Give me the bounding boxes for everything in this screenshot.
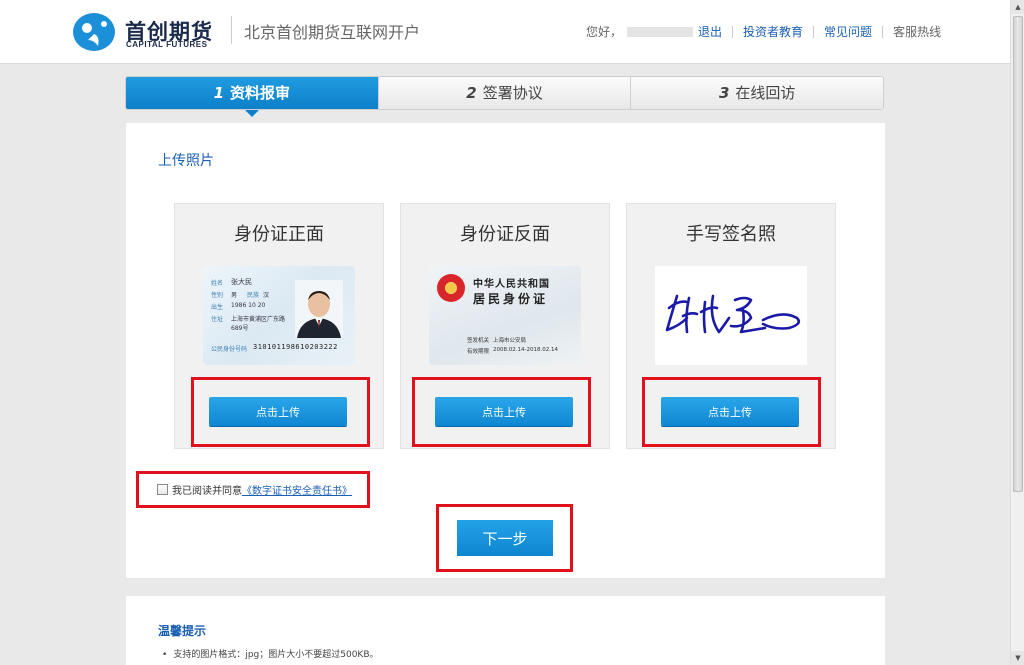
id-gender: 男	[231, 292, 238, 299]
tips-title: 温馨提示	[158, 624, 207, 638]
tips-panel: 温馨提示 支持的图片格式：jpg；图片大小不要超过500KB。	[126, 596, 885, 665]
section-title: 上传照片	[158, 153, 214, 169]
active-step-pointer-icon	[245, 110, 259, 117]
step-label: 签署协议	[482, 84, 543, 102]
faq-link[interactable]: 常见问题	[824, 23, 872, 40]
card-title: 身份证正面	[234, 224, 324, 245]
step-3-online-callback: 3 在线回访	[630, 77, 883, 109]
issuing-authority: 上海市公安局	[493, 338, 527, 344]
step-progress-bar: 1 资料报审 2 签署协议 3 在线回访	[125, 76, 884, 110]
handwritten-signature-image	[655, 266, 807, 365]
id-back-line1: 中华人民共和国	[473, 279, 550, 290]
id-name: 张大民	[231, 278, 252, 286]
capital-futures-logo[interactable]: 首创期货 CAPITAL FUTURES	[72, 12, 222, 52]
hotline-text: 客服热线	[893, 25, 942, 39]
national-emblem-icon	[437, 274, 465, 302]
tips-item: 支持的图片格式：jpg；图片大小不要超过500KB。	[162, 647, 378, 660]
logo-mark-icon	[73, 13, 115, 51]
card-title: 手写签名照	[686, 224, 776, 245]
highlight-box	[436, 504, 573, 572]
scrollbar-thumb[interactable]	[1013, 16, 1023, 492]
step-1-materials-review: 1 资料报审	[126, 77, 378, 109]
step-number: 2	[466, 84, 477, 102]
valid-period-label: 有效期限	[467, 349, 490, 355]
id-card-back-image: 中华人民共和国 居民身份证 签发机关 上海市公安局 有效期限 2008.02.1…	[429, 266, 581, 365]
nav-separator	[882, 25, 884, 38]
id-address-line1: 上海市黄浦区广东路	[231, 316, 286, 323]
id-number-label: 公民身份号码	[211, 346, 248, 353]
nav-separator	[813, 25, 815, 38]
logout-link[interactable]: 退出	[698, 23, 722, 40]
vertical-scrollbar[interactable]: ▲ ▼	[1010, 0, 1024, 665]
id-address-line2: 689号	[231, 325, 249, 332]
top-nav: 您好， 退出 投资者教育 常见问题 客服热线	[586, 23, 941, 40]
step-label: 在线回访	[735, 84, 796, 102]
step-number: 3	[718, 84, 730, 102]
scroll-up-arrow-icon[interactable]: ▲	[1011, 0, 1024, 14]
investor-education-link[interactable]: 投资者教育	[743, 23, 803, 40]
nav-separator	[732, 25, 734, 38]
card-title: 身份证反面	[460, 224, 550, 245]
scroll-down-arrow-icon[interactable]: ▼	[1011, 651, 1024, 665]
step-number: 1	[213, 84, 225, 102]
id-back-line2: 居民身份证	[473, 292, 549, 306]
highlight-box	[136, 471, 370, 508]
highlight-box	[191, 377, 370, 447]
page-header: 首创期货 CAPITAL FUTURES 北京首创期货互联网开户 您好， 退出 …	[0, 0, 1010, 64]
site-title: 北京首创期货互联网开户	[244, 23, 421, 42]
highlight-box	[412, 377, 591, 447]
issuing-authority-label: 签发机关	[467, 338, 490, 344]
header-divider	[231, 16, 232, 44]
highlight-box	[642, 377, 821, 447]
id-ethnicity: 汉	[263, 292, 270, 299]
valid-period: 2008.02.14-2018.02.14	[493, 347, 558, 353]
id-number: 310101198610203222	[253, 343, 338, 351]
masked-username	[627, 26, 694, 37]
step-2-sign-agreement: 2 签署协议	[377, 77, 631, 109]
logo-text-en: CAPITAL FUTURES	[126, 40, 208, 49]
id-card-front-image: 姓名 张大民 性别 男 民族 汉 出生 1986 10 20 住址 上海市黄浦区…	[203, 266, 355, 365]
step-label: 资料报审	[230, 84, 291, 102]
id-portrait-photo	[295, 280, 343, 338]
greeting-text: 您好，	[586, 25, 623, 39]
id-birth: 1986 10 20	[231, 302, 266, 309]
